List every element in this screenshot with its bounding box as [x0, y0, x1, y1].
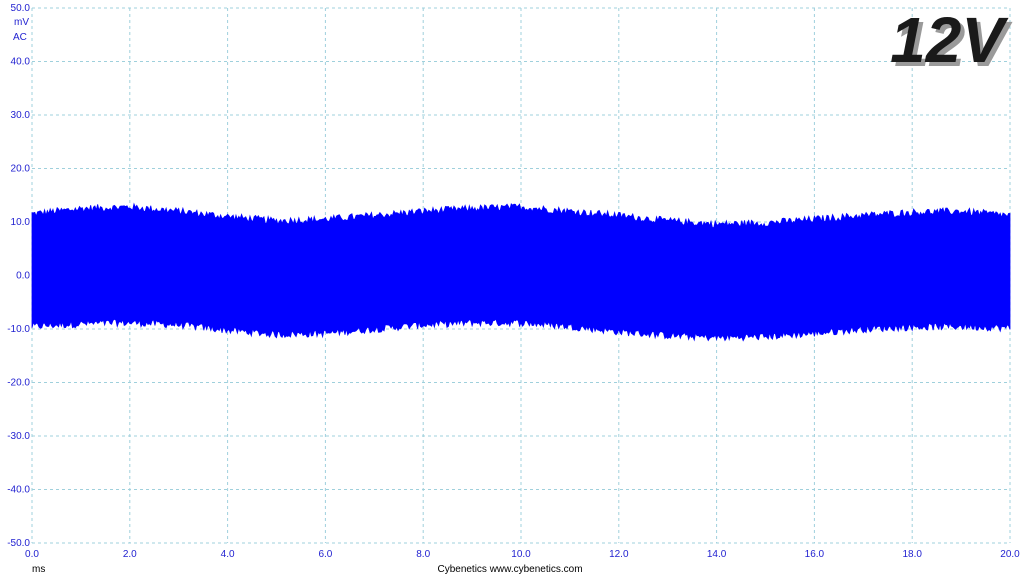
x-tick-label: 4.0: [221, 549, 235, 560]
y-axis-mode: AC: [13, 32, 27, 43]
y-tick-label: -40.0: [7, 485, 30, 496]
x-tick-label: 2.0: [123, 549, 137, 560]
rail-badge: 12V: [890, 4, 1009, 76]
y-tick-label: -30.0: [7, 431, 30, 442]
x-tick-label: 18.0: [902, 549, 922, 560]
x-tick-label: 10.0: [511, 549, 531, 560]
y-tick-label: -20.0: [7, 378, 30, 389]
y-tick-label: -10.0: [7, 324, 30, 335]
y-tick-label: 10.0: [11, 217, 31, 228]
x-tick-label: 14.0: [707, 549, 727, 560]
x-tick-label: 16.0: [805, 549, 825, 560]
x-tick-label: 20.0: [1000, 549, 1020, 560]
signal-trace: [31, 202, 1011, 342]
y-tick-label: 30.0: [11, 110, 31, 121]
x-axis-ticks: 0.0 2.0 4.0 6.0 8.0 10.0 12.0 14.0 16.0 18.0 20.0: [25, 549, 1020, 560]
x-tick-label: 12.0: [609, 549, 629, 560]
x-axis-unit: ms: [32, 564, 45, 575]
x-tick-label: 6.0: [318, 549, 332, 560]
credit-text: Cybenetics www.cybenetics.com: [437, 564, 582, 575]
signal-band: [31, 202, 1011, 342]
y-tick-label: 0.0: [16, 271, 30, 282]
x-tick-label: 8.0: [416, 549, 430, 560]
ripple-chart: 50.0 40.0 30.0 20.0 10.0 0.0 -10.0 -20.0 -30.0 -4…: [7, 3, 1020, 575]
y-tick-label: 40.0: [11, 57, 31, 68]
y-axis-ticks: 50.0 40.0 30.0 20.0 10.0 0.0 -10.0 -20.0 -30.0 -4…: [7, 3, 30, 549]
x-tick-label: 0.0: [25, 549, 39, 560]
y-tick-label: 50.0: [11, 3, 31, 14]
y-tick-label: 20.0: [11, 164, 31, 175]
y-tick-label: -50.0: [7, 538, 30, 549]
y-axis-unit: mV: [14, 17, 29, 28]
